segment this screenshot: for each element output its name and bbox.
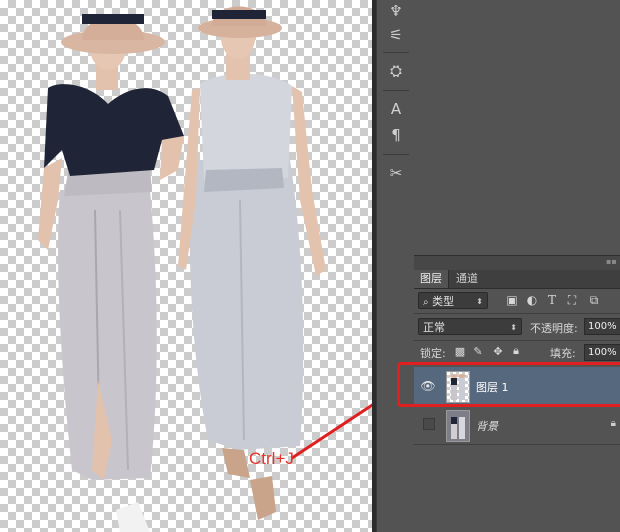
fill-field[interactable]: 100%	[584, 344, 620, 361]
blend-mode-value: 正常	[423, 321, 445, 334]
blend-mode-select[interactable]: 正常 ⬍	[418, 318, 522, 335]
lock-row: 锁定: ▩ ✎ ✥ 🔒︎ 填充: 100%	[414, 341, 620, 363]
strip-divider	[383, 90, 409, 91]
character-panel-icon[interactable]: A	[385, 98, 407, 120]
row-divider	[414, 444, 620, 445]
clone-source-icon[interactable]: ⛭	[385, 60, 407, 82]
panel-icon-strip: ♆ ⚟ ⛭ A ¶ ✂	[376, 0, 416, 532]
layer-name: 背景	[476, 420, 498, 433]
annotation-shortcut-text: Ctrl+J	[249, 449, 294, 468]
strip-divider	[383, 154, 409, 155]
lock-icon: 🔒︎	[610, 418, 616, 429]
paragraph-panel-icon[interactable]: ¶	[385, 124, 407, 146]
opacity-label: 不透明度:	[530, 322, 578, 335]
smart-object-filter-icon[interactable]: ⧉	[586, 292, 602, 308]
layer-filter-row: ⌕ 类型 ⬍ ▣ ◐ T ⛶ ⧉	[414, 289, 620, 313]
lock-image-pixels-icon[interactable]: ✎	[472, 345, 484, 358]
annotation-highlight-box	[397, 362, 620, 407]
tool-presets-icon[interactable]: ✂	[385, 162, 407, 184]
fill-label: 填充:	[550, 347, 576, 360]
woman-left-figure	[38, 14, 184, 532]
adjustment-filter-icon[interactable]: ◐	[524, 292, 540, 308]
cutout-photo-two-women	[38, 6, 372, 532]
dock-empty-area	[414, 0, 620, 255]
tab-layers[interactable]: 图层	[414, 270, 449, 288]
image-filter-icon[interactable]: ▣	[504, 292, 520, 308]
lock-position-icon[interactable]: ✥	[492, 345, 504, 358]
filter-kind-select[interactable]: ⌕ 类型 ⬍	[418, 292, 488, 309]
tab-channels[interactable]: 通道	[450, 270, 484, 288]
strip-divider	[383, 52, 409, 53]
brush-presets-icon[interactable]: ♆	[385, 0, 407, 22]
shape-filter-icon[interactable]: ⛶	[564, 292, 580, 308]
right-dock: ▪▪ 图层 通道 ⌕ 类型 ⬍ ▣ ◐ T ⛶ ⧉ 正常 ⬍ 不透明度: 100…	[414, 0, 620, 532]
annotation-arrow	[291, 403, 372, 460]
text-filter-icon[interactable]: T	[544, 292, 560, 308]
chevron-updown-icon: ⬍	[510, 323, 517, 332]
lock-label: 锁定:	[420, 347, 446, 360]
lock-all-icon[interactable]: 🔒︎	[510, 344, 522, 357]
adjustments-icon[interactable]: ⚟	[385, 24, 407, 46]
document-canvas[interactable]	[0, 0, 372, 532]
visibility-toggle-off[interactable]	[423, 418, 435, 430]
layers-panel-tabs: 图层 通道	[414, 270, 620, 289]
panel-group-header[interactable]	[414, 255, 620, 270]
filter-kind-label: 类型	[432, 295, 455, 308]
layer-thumbnail	[446, 410, 470, 442]
woman-right-figure	[178, 6, 326, 520]
chevron-updown-icon: ⬍	[476, 297, 483, 306]
opacity-field[interactable]: 100%	[584, 318, 620, 335]
layer-row-background[interactable]: 背景 🔒︎	[414, 406, 620, 444]
blend-row: 正常 ⬍ 不透明度: 100%	[414, 314, 620, 340]
collapse-icon[interactable]: ▪▪	[606, 257, 617, 266]
lock-transparent-pixels-icon[interactable]: ▩	[454, 345, 466, 358]
search-icon: ⌕	[423, 297, 429, 308]
